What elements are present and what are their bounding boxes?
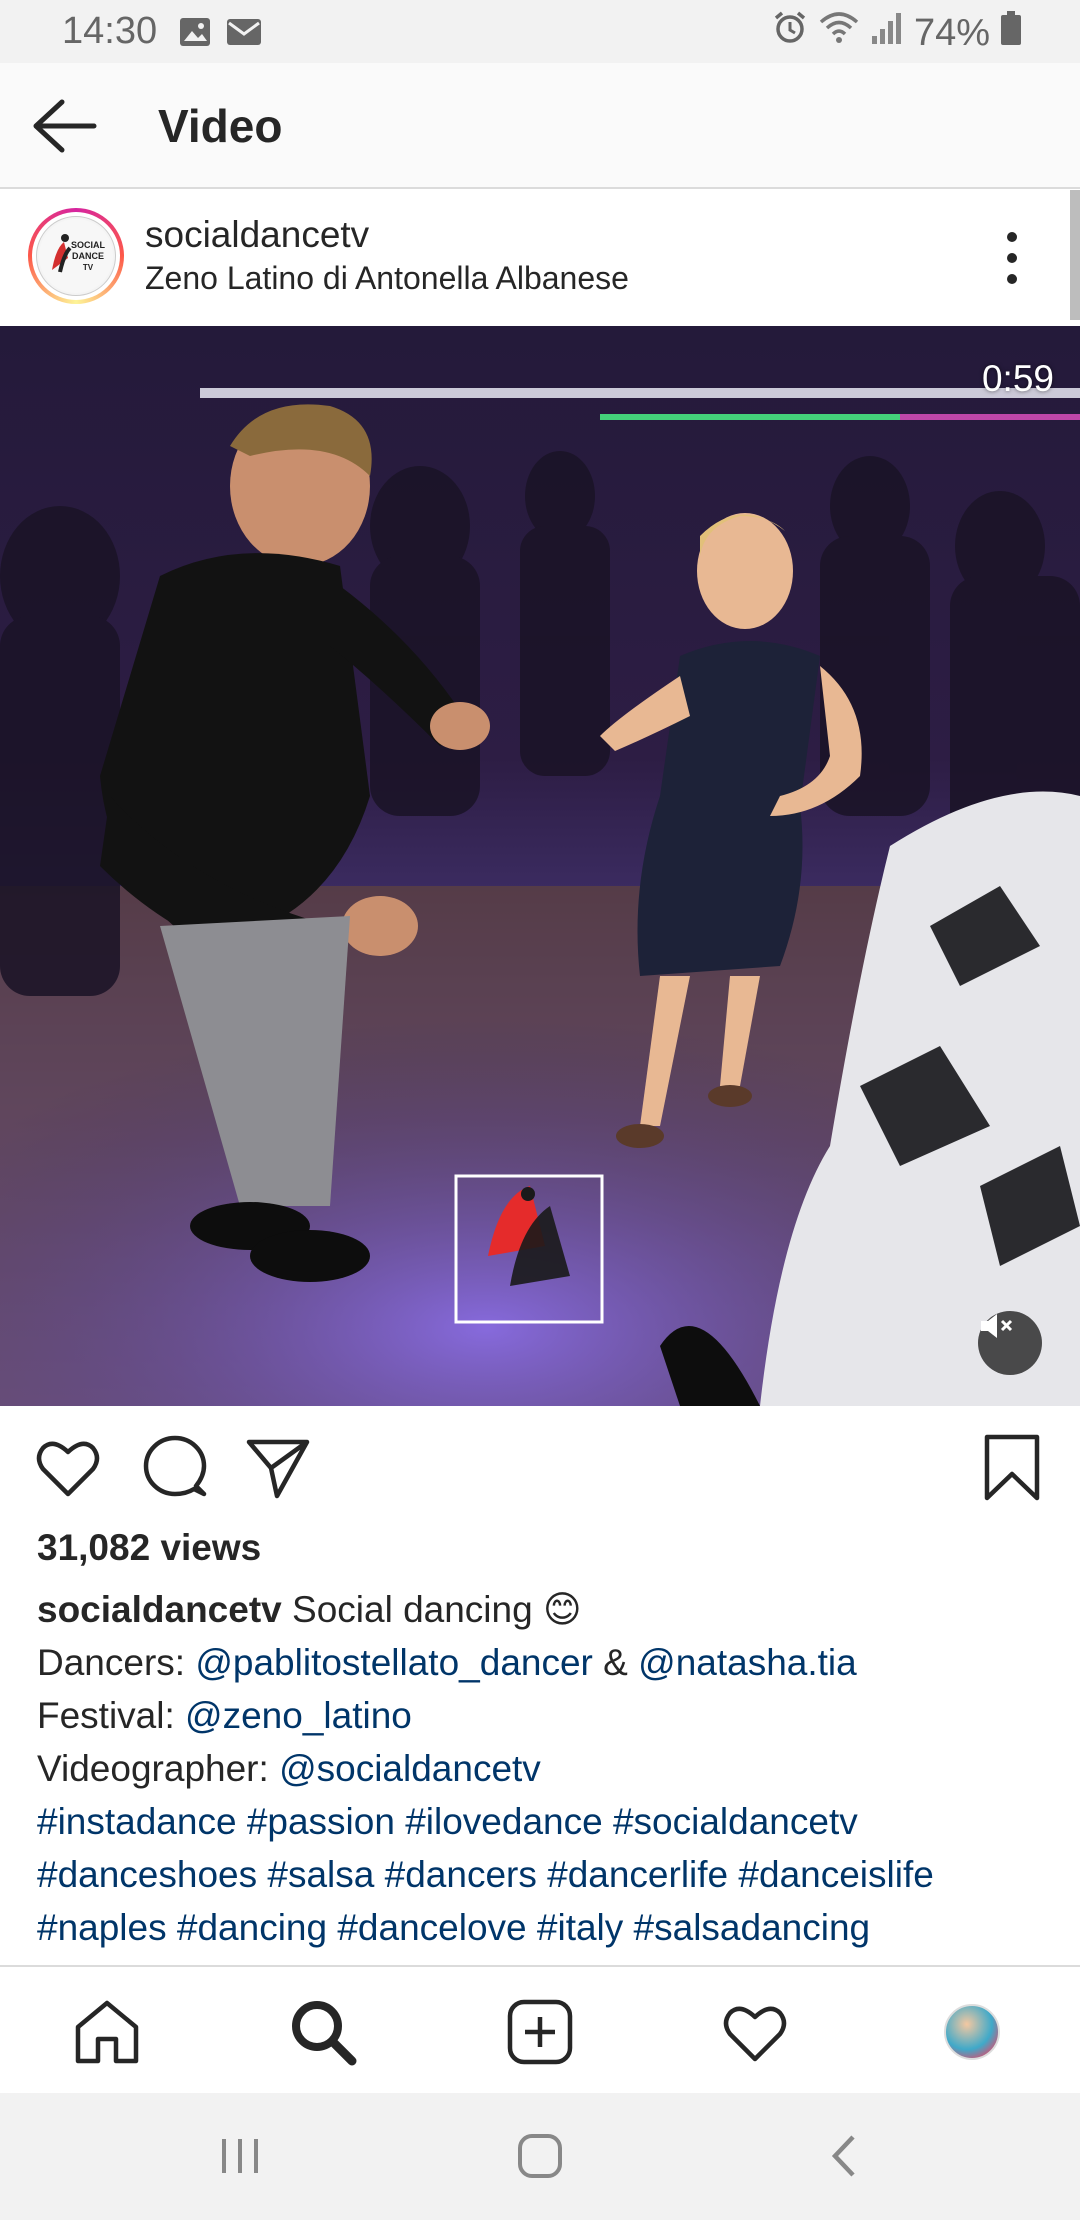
post-caption: socialdancetv Social dancing 😊 Dancers: … <box>37 1583 1047 1965</box>
status-bar: 14:30 74% <box>0 0 1080 63</box>
back-arrow-icon[interactable] <box>28 96 98 156</box>
home-button-icon[interactable] <box>510 2131 570 2181</box>
recent-apps-icon[interactable] <box>210 2131 270 2181</box>
dancers-label: Dancers: <box>37 1642 196 1683</box>
hashtags-line-3[interactable]: #naples #dancing #dancelove #italy #sals… <box>37 1901 1047 1954</box>
hashtags-line-4[interactable]: #salsadance #dancelife #bachata #baile #… <box>37 1954 1047 1965</box>
festival-label: Festival: <box>37 1695 186 1736</box>
caption-line-1: socialdancetv Social dancing 😊 <box>37 1583 1047 1636</box>
activity-heart-icon[interactable] <box>720 1997 790 2067</box>
scrollbar[interactable] <box>1070 190 1080 320</box>
bookmark-icon[interactable] <box>977 1432 1047 1502</box>
post-username[interactable]: socialdancetv <box>145 214 369 256</box>
more-options-icon[interactable] <box>1002 232 1022 292</box>
caption-username[interactable]: socialdancetv <box>37 1589 282 1630</box>
like-heart-icon[interactable] <box>33 1432 103 1502</box>
video-player[interactable]: 0:59 <box>0 326 1080 1406</box>
page-title: Video <box>158 100 283 152</box>
view-count[interactable]: 31,082 views <box>37 1527 261 1569</box>
video-frame <box>0 326 1080 1406</box>
search-icon[interactable] <box>288 1997 358 2067</box>
caption-line-4: Videographer: @socialdancetv <box>37 1742 1047 1795</box>
mute-icon[interactable] <box>978 1311 1042 1375</box>
image-icon <box>178 15 212 59</box>
svg-text:DANCE: DANCE <box>72 251 104 261</box>
alarm-icon <box>772 10 808 56</box>
home-icon[interactable] <box>72 1997 142 2067</box>
comment-icon[interactable] <box>140 1432 210 1502</box>
mention-festival[interactable]: @zeno_latino <box>185 1695 412 1736</box>
profile-avatar[interactable] <box>937 1997 1007 2067</box>
hashtags-line-1[interactable]: #instadance #passion #ilovedance #social… <box>37 1795 1047 1848</box>
caption-text: Social dancing 😊 <box>281 1589 582 1630</box>
wifi-icon <box>818 10 860 56</box>
signal-icon <box>870 10 904 56</box>
video-timer: 0:59 <box>981 358 1054 399</box>
hashtags-line-2[interactable]: #danceshoes #salsa #dancers #dancerlife … <box>37 1848 1047 1901</box>
bottom-nav <box>0 1965 1080 2093</box>
mail-icon <box>226 15 262 59</box>
battery-percent: 74% <box>913 11 990 54</box>
mention-dancer1[interactable]: @pablitostellato_dancer <box>195 1642 593 1683</box>
caption-line-3: Festival: @zeno_latino <box>37 1689 1047 1742</box>
post-actions <box>0 1406 1080 1526</box>
back-button-icon[interactable] <box>815 2131 875 2181</box>
post-location[interactable]: Zeno Latino di Antonella Albanese <box>145 260 629 297</box>
videographer-label: Videographer: <box>37 1748 280 1789</box>
status-right: 74% <box>772 10 1022 56</box>
mention-videographer[interactable]: @socialdancetv <box>279 1748 541 1789</box>
avatar[interactable]: SOCIAL DANCE TV <box>28 208 124 304</box>
avatar-logo: SOCIAL DANCE TV <box>36 216 116 296</box>
ampersand: & <box>592 1642 639 1683</box>
svg-text:TV: TV <box>83 263 94 272</box>
system-nav-bar <box>0 2093 1080 2220</box>
mention-dancer2[interactable]: @natasha.tia <box>638 1642 857 1683</box>
caption-line-2: Dancers: @pablitostellato_dancer & @nata… <box>37 1636 1047 1689</box>
app-header: Video <box>0 63 1080 189</box>
new-post-icon[interactable] <box>505 1997 575 2067</box>
svg-text:SOCIAL: SOCIAL <box>71 240 106 250</box>
post-header: SOCIAL DANCE TV socialdancetv Zeno Latin… <box>0 190 1070 326</box>
share-send-icon[interactable] <box>243 1432 313 1502</box>
status-time: 14:30 <box>62 10 158 52</box>
battery-icon <box>1000 10 1022 56</box>
